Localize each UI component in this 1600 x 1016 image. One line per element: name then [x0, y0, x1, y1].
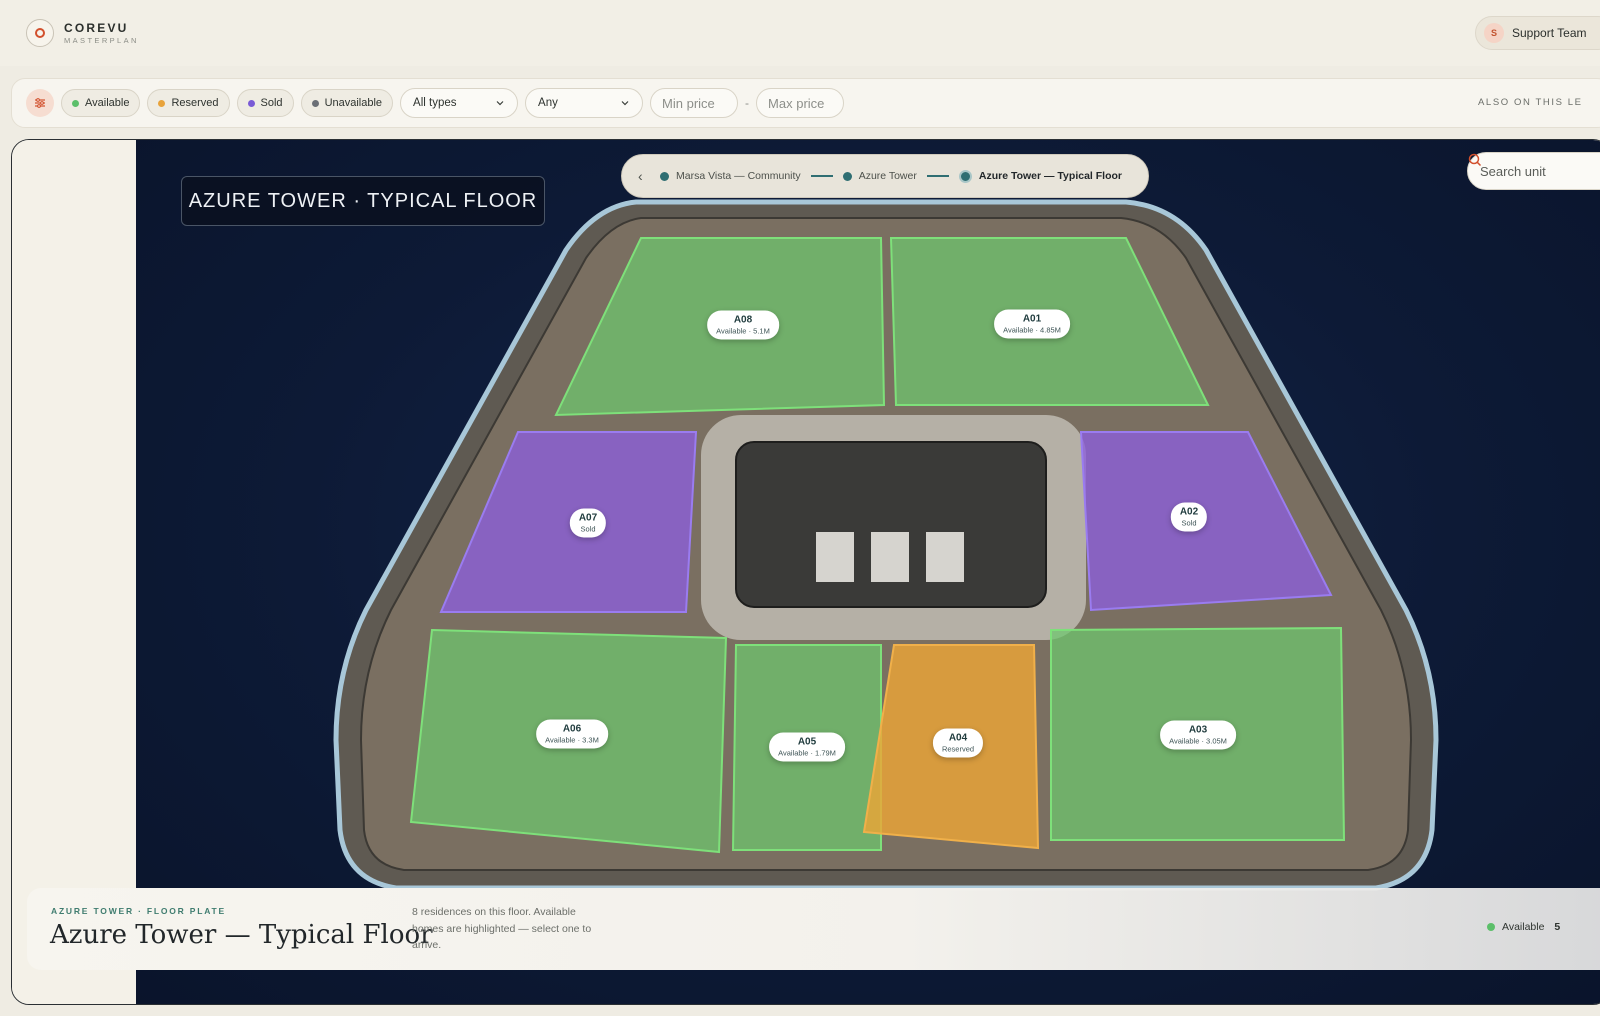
unit-type-value: All types — [413, 97, 457, 109]
unit-id: A06 — [562, 723, 582, 735]
bedrooms-select[interactable]: Any — [525, 88, 644, 118]
search-placeholder: Search unit — [1480, 163, 1546, 179]
unit-status: Available · 4.85M — [1003, 325, 1061, 335]
back-chevron-icon[interactable]: ‹ — [638, 168, 650, 184]
status-dot-icon — [158, 99, 166, 107]
breadcrumb-item-community[interactable]: Marsa Vista — Community — [660, 170, 801, 182]
avatar: S — [1484, 23, 1504, 43]
unit-id: A07 — [578, 512, 598, 524]
status-dot-icon — [247, 99, 255, 107]
status-chip-sold[interactable]: Sold — [236, 89, 294, 117]
brand-subtitle: MASTERPLAN — [64, 35, 139, 45]
left-panel — [12, 140, 136, 1004]
app-header: COREVU MASTERPLAN S Support Team — [0, 0, 1600, 66]
unit-label-a02[interactable]: A02 Sold — [1170, 502, 1208, 532]
breadcrumb-label: Azure Tower — Typical Floor — [978, 170, 1122, 182]
unit-status: Available · 3.05M — [1169, 736, 1227, 746]
min-price-input[interactable] — [650, 88, 739, 118]
status-dot-icon — [72, 99, 79, 107]
unit-status: Available · 5.1M — [716, 326, 770, 336]
unit-type-select[interactable]: All types — [400, 88, 519, 118]
main-frame: AZURE TOWER · TYPICAL FLOOR ‹ Marsa Vist… — [11, 139, 1600, 1005]
elevator-2 — [871, 532, 909, 582]
floor-plan-map[interactable]: AZURE TOWER · TYPICAL FLOOR ‹ Marsa Vist… — [136, 140, 1600, 1004]
chip-label: Available — [85, 97, 130, 109]
brand-name: COREVU — [64, 20, 129, 35]
sliders-icon — [35, 98, 45, 108]
filter-bar: Available Reserved Sold Unavailable All … — [11, 78, 1600, 128]
unit-id: A01 — [1022, 313, 1042, 325]
unit-status: Available · 3.3M — [545, 735, 599, 745]
unit-label-a08[interactable]: A08 Available · 5.1M — [707, 310, 779, 340]
chip-label: Sold — [260, 97, 283, 109]
unit-status: Available · 1.79M — [778, 748, 836, 758]
unit-status: Sold — [1181, 518, 1197, 528]
unit-label-a05[interactable]: A05 Available · 1.79M — [769, 732, 845, 762]
floor-card-description: 8 residences on this floor. Available ho… — [412, 906, 592, 951]
breadcrumb-connector — [810, 175, 833, 177]
unit-label-a01[interactable]: A01 Available · 4.85M — [994, 309, 1070, 339]
floor-title-box: AZURE TOWER · TYPICAL FLOOR — [181, 176, 545, 226]
floor-plan-svg — [333, 199, 1439, 891]
elevator-1 — [816, 532, 854, 582]
max-price-input[interactable] — [756, 88, 845, 118]
unit-id: A05 — [797, 736, 817, 748]
unit-id: A04 — [948, 732, 968, 744]
elevator-3 — [926, 532, 964, 582]
unit-label-a03[interactable]: A03 Available · 3.05M — [1160, 720, 1236, 750]
available-count-legend: Available 5 — [1487, 921, 1560, 933]
breadcrumb-label: Marsa Vista — Community — [676, 170, 801, 182]
floor-info-card: AZURE TOWER · FLOOR PLATE Azure Tower — … — [27, 888, 1600, 970]
legend-count: 5 — [1554, 921, 1561, 933]
bedrooms-value: Any — [538, 97, 558, 109]
elevator-core — [735, 441, 1047, 608]
breadcrumb-dot-icon — [842, 171, 852, 181]
status-dot-icon — [311, 99, 319, 107]
chip-label: Unavailable — [324, 97, 383, 109]
logo-mark-icon — [26, 19, 54, 47]
breadcrumb-dot-icon — [958, 169, 972, 183]
support-team-button[interactable]: S Support Team — [1475, 16, 1600, 50]
support-team-label: Support Team — [1512, 26, 1587, 40]
unit-id: A02 — [1179, 506, 1199, 518]
also-on-this-level-label: ALSO ON THIS LE — [1478, 97, 1583, 108]
unit-id: A03 — [1188, 724, 1208, 736]
search-icon — [1468, 153, 1482, 167]
status-chip-reserved[interactable]: Reserved — [147, 89, 230, 117]
chevron-down-icon — [621, 101, 629, 106]
floor-card-eyebrow: AZURE TOWER · FLOOR PLATE — [51, 906, 227, 916]
breadcrumb-item-tower[interactable]: Azure Tower — [842, 170, 917, 182]
brand-logo[interactable]: COREVU MASTERPLAN — [26, 19, 139, 47]
status-chip-unavailable[interactable]: Unavailable — [300, 89, 394, 117]
unit-label-a04[interactable]: A04 Reserved — [932, 728, 984, 758]
chevron-down-icon — [496, 101, 504, 106]
unit-label-a07[interactable]: A07 Sold — [569, 508, 607, 538]
unit-label-a06[interactable]: A06 Available · 3.3M — [536, 719, 608, 749]
filter-settings-button[interactable] — [26, 89, 54, 117]
unit-status: Reserved — [941, 744, 975, 754]
chip-label: Reserved — [171, 97, 219, 109]
status-chip-available[interactable]: Available — [61, 89, 141, 117]
available-dot-icon — [1487, 923, 1495, 931]
breadcrumb: ‹ Marsa Vista — Community Azure Tower Az… — [621, 154, 1149, 198]
breadcrumb-dot-icon — [660, 171, 669, 181]
price-separator: - — [745, 96, 750, 110]
unit-status: Sold — [580, 524, 596, 534]
unit-search-input[interactable]: Search unit — [1467, 152, 1600, 190]
breadcrumb-connector — [926, 175, 949, 177]
breadcrumb-item-floor: Azure Tower — Typical Floor — [958, 169, 1122, 183]
floor-card-title: Azure Tower — Typical Floor — [50, 920, 433, 950]
unit-id: A08 — [733, 314, 753, 326]
legend-label: Available — [1502, 921, 1545, 933]
breadcrumb-label: Azure Tower — [858, 170, 917, 182]
